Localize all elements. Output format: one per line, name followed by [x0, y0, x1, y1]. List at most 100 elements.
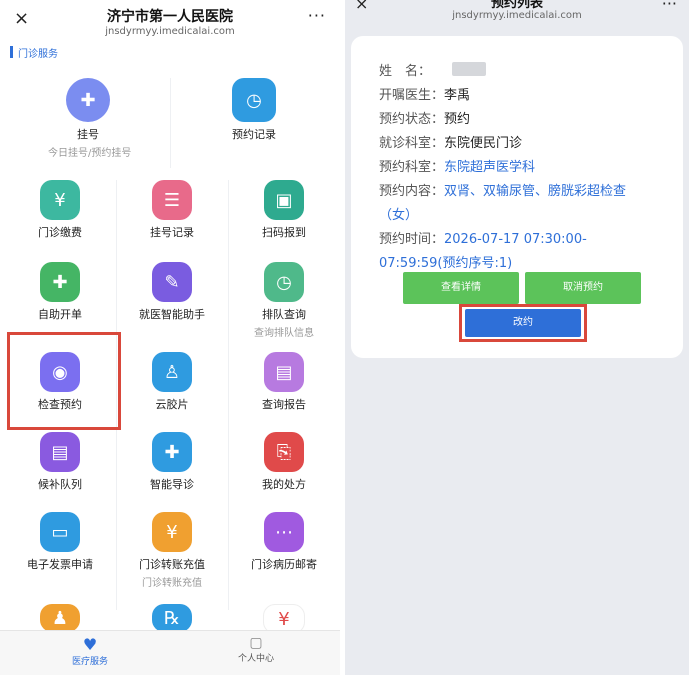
- list-icon: ☰: [152, 180, 192, 220]
- cancel-appointment-button[interactable]: 取消预约: [525, 272, 641, 304]
- field-key: 预约科室：: [379, 160, 445, 175]
- mail-icon: ⋯: [264, 512, 304, 552]
- appointment-field: 姓 名：: [379, 60, 431, 79]
- section-title: 门诊服务: [18, 49, 58, 60]
- service-label: 挂号: [77, 128, 99, 141]
- service-item[interactable]: ¥ 门诊转账充值 门诊转账充值: [127, 512, 217, 589]
- service-label: 门诊缴费: [38, 226, 82, 239]
- prescription-icon: ⎘: [264, 432, 304, 472]
- rx-icon: ℞: [152, 604, 192, 632]
- service-label: 候补队列: [38, 478, 82, 491]
- yuan-house-icon: ¥: [40, 180, 80, 220]
- tab-bar: ♥ 医疗服务 ▢ 个人中心: [0, 630, 340, 675]
- report-icon: ▤: [264, 352, 304, 392]
- service-label: 电子发票申请: [27, 558, 93, 571]
- stethoscope-icon: ✚: [66, 78, 110, 122]
- service-label: 挂号记录: [150, 226, 194, 239]
- service-label: 预约记录: [232, 128, 276, 141]
- person-icon: ▢: [249, 635, 263, 651]
- service-label: 自助开单: [38, 308, 82, 321]
- field-value: 2026-07-17 07:30:00-: [444, 232, 587, 247]
- heart-icon: ♥: [82, 635, 98, 654]
- field-value: 双肾、双输尿管、膀胱彩超检查: [444, 184, 627, 199]
- field-value: 东院超声医学科: [444, 160, 536, 175]
- field-value: 东院便民门诊: [444, 136, 523, 151]
- field-key: 预约时间：: [379, 232, 445, 247]
- appointment-field: 预约时间：2026-07-17 07:30:00-: [379, 228, 587, 247]
- reschedule-button[interactable]: 改约: [465, 309, 581, 337]
- service-label: 云胶片: [155, 398, 189, 411]
- service-item[interactable]: ✎ 就医智能助手: [127, 262, 217, 322]
- assistant-icon: ✎: [152, 262, 192, 302]
- partial-icon: ♟: [40, 604, 80, 632]
- page-title: 济宁市第一人民医院: [107, 9, 233, 25]
- appointment-field: 预约内容：双肾、双输尿管、膀胱彩超检查: [379, 180, 626, 199]
- view-detail-button[interactable]: 查看详情: [403, 272, 519, 304]
- tab-label: 个人中心: [237, 654, 274, 664]
- page-url: jnsdyrmyy.imedicalai.com: [452, 10, 582, 21]
- divider: [170, 78, 171, 168]
- hospital-icon: ✚: [152, 432, 192, 472]
- service-label: 扫码报到: [262, 226, 306, 239]
- service-label: 我的处方: [262, 478, 306, 491]
- service-sublabel: 今日挂号/预约挂号: [48, 148, 132, 159]
- appointment-field: 就诊科室：东院便民门诊: [379, 132, 522, 151]
- scan-icon: ▣: [264, 180, 304, 220]
- service-item[interactable]: ⋯ 门诊病历邮寄: [239, 512, 329, 572]
- queue-icon: ◷: [264, 262, 304, 302]
- section-bar: [10, 46, 13, 58]
- transfer-icon: ¥: [152, 512, 192, 552]
- tab-medical-service[interactable]: ♥ 医疗服务: [60, 635, 120, 667]
- service-sublabel: 门诊转账充值: [142, 578, 202, 589]
- service-label: 门诊病历邮寄: [251, 558, 317, 571]
- service-item[interactable]: ¥ 门诊缴费: [15, 180, 105, 240]
- highlight-box: [7, 332, 121, 430]
- service-item[interactable]: ✚ 挂号今日挂号/预约挂号: [48, 78, 132, 159]
- field-key: 预约状态：: [379, 112, 445, 127]
- service-item[interactable]: ◷ 预约记录: [214, 78, 294, 142]
- service-label: 门诊转账充值: [139, 558, 205, 571]
- more-icon[interactable]: ···: [308, 6, 326, 25]
- field-value: 预约: [444, 112, 471, 127]
- service-item[interactable]: ☰ 挂号记录: [127, 180, 217, 240]
- service-item[interactable]: ♙ 云胶片: [127, 352, 217, 412]
- appointment-field: 预约科室：东院超声医学科: [379, 156, 535, 175]
- service-item[interactable]: ◷ 排队查询查询排队信息: [239, 262, 329, 339]
- service-panel: × 济宁市第一人民医院 jnsdyrmyy.imedicalai.com ···…: [0, 0, 340, 675]
- partial-item[interactable]: ℞: [150, 604, 194, 632]
- service-label: 智能导诊: [150, 478, 194, 491]
- divider: [228, 180, 229, 610]
- service-label: 就医智能助手: [139, 308, 205, 321]
- field-value: 07:59:59(预约序号:1): [379, 256, 513, 271]
- service-item[interactable]: ▭ 电子发票申请: [15, 512, 105, 572]
- field-key: 就诊科室：: [379, 136, 445, 151]
- field-key: 预约内容：: [379, 184, 445, 199]
- appointment-panel: × 预约列表 jnsdyrmyy.imedicalai.com ··· 姓 名：…: [345, 0, 689, 675]
- service-item[interactable]: ▣ 扫码报到: [239, 180, 329, 240]
- field-value: 李禹: [444, 88, 471, 103]
- tab-label: 医疗服务: [71, 657, 108, 667]
- name-blur: [452, 62, 486, 76]
- service-item[interactable]: ✚ 智能导诊: [127, 432, 217, 492]
- service-label: 查询报告: [262, 398, 306, 411]
- field-key: 姓 名：: [379, 64, 432, 79]
- field-value: （女）: [379, 208, 419, 223]
- appointment-field: （女）: [379, 204, 418, 223]
- tab-personal-center[interactable]: ▢ 个人中心: [226, 635, 286, 664]
- service-item[interactable]: ▤ 查询报告: [239, 352, 329, 412]
- service-label: 排队查询: [262, 308, 306, 321]
- page-url: jnsdyrmyy.imedicalai.com: [105, 26, 235, 37]
- service-item[interactable]: ⎘ 我的处方: [239, 432, 329, 492]
- field-key: 开嘱医生：: [379, 88, 445, 103]
- form-icon: ✚: [40, 262, 80, 302]
- clock-icon: ◷: [232, 78, 276, 122]
- appointment-field: 预约状态：预约: [379, 108, 470, 127]
- appointment-card: 姓 名： 开嘱医生：李禹 预约状态：预约 就诊科室：东院便民门诊 预约科室：东院超声医学…: [351, 36, 683, 358]
- partial-item[interactable]: ♟: [38, 604, 82, 632]
- service-item[interactable]: ✚ 自助开单: [15, 262, 105, 322]
- service-item[interactable]: ▤ 候补队列: [15, 432, 105, 492]
- more-icon[interactable]: ···: [662, 0, 677, 13]
- appointment-field: 07:59:59(预约序号:1): [379, 252, 512, 271]
- body-icon: ♙: [152, 352, 192, 392]
- service-sublabel: 查询排队信息: [254, 328, 314, 339]
